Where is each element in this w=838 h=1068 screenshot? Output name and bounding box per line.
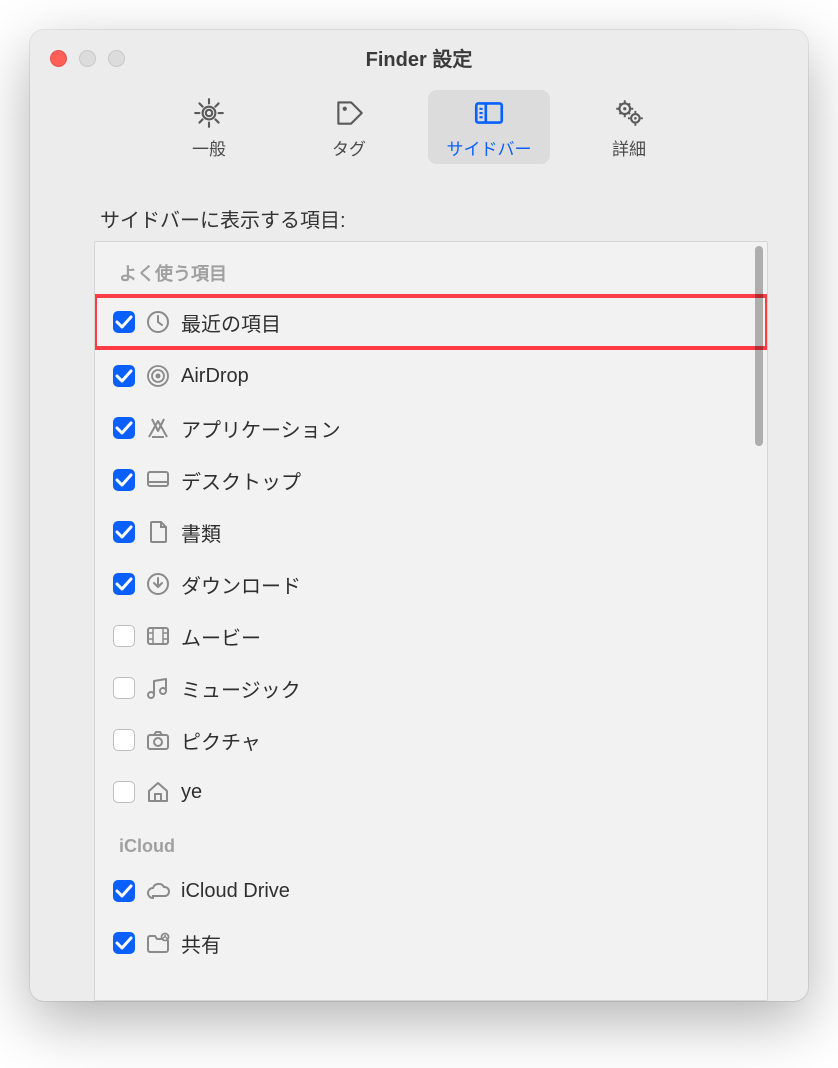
titlebar: Finder 設定 <box>30 30 808 84</box>
sidebar-items-list: よく使う項目最近の項目 AirDrop アプリケーションデスクトップ書類ダウンロード… <box>94 241 768 1001</box>
gears-icon <box>612 95 646 131</box>
list-item[interactable]: デスクトップ <box>95 454 767 506</box>
list-item[interactable]: iCloud Drive <box>95 865 767 917</box>
tab-tags[interactable]: タグ <box>288 90 410 164</box>
movie-icon <box>145 623 171 649</box>
tab-label: 一般 <box>192 135 226 160</box>
tab-general[interactable]: 一般 <box>148 90 270 164</box>
section-label: サイドバーに表示する項目: <box>100 204 808 233</box>
checkbox[interactable] <box>113 573 135 595</box>
list-item-label: AirDrop <box>181 365 249 388</box>
list-item[interactable]: アプリケーション <box>95 402 767 454</box>
minimize-window-button[interactable] <box>79 50 96 67</box>
list-item[interactable]: 共有 <box>95 917 767 969</box>
group-header: よく使う項目 <box>95 242 767 294</box>
list-item[interactable]: 書類 <box>95 506 767 558</box>
tab-label: 詳細 <box>612 135 646 160</box>
desktop-icon <box>145 467 171 493</box>
list-item[interactable]: ye <box>95 766 767 818</box>
checkbox[interactable] <box>113 311 135 333</box>
list-item[interactable]: ダウンロード <box>95 558 767 610</box>
list-item-label: ダウンロード <box>181 570 301 599</box>
list-item-label: iCloud Drive <box>181 880 290 903</box>
list-item-label: ミュージック <box>181 674 301 703</box>
list-item-label: ムービー <box>181 622 261 651</box>
checkbox[interactable] <box>113 880 135 902</box>
toolbar: 一般 タグ サイドバー 詳細 <box>30 84 808 178</box>
tab-sidebar[interactable]: サイドバー <box>428 90 550 164</box>
list-item[interactable]: ピクチャ <box>95 714 767 766</box>
applications-icon <box>145 415 171 441</box>
list-item-label: 最近の項目 <box>181 308 281 337</box>
tab-label: タグ <box>332 135 366 160</box>
list-item-label: アプリケーション <box>181 414 341 443</box>
scrollbar[interactable] <box>755 246 763 446</box>
list-item[interactable]: AirDrop <box>95 350 767 402</box>
list-item[interactable]: ムービー <box>95 610 767 662</box>
cloud-icon <box>145 878 171 904</box>
clock-icon <box>145 309 171 335</box>
list-item-label: デスクトップ <box>181 466 301 495</box>
tab-advanced[interactable]: 詳細 <box>568 90 690 164</box>
checkbox[interactable] <box>113 417 135 439</box>
airdrop-icon <box>145 363 171 389</box>
music-icon <box>145 675 171 701</box>
document-icon <box>145 519 171 545</box>
checkbox[interactable] <box>113 729 135 751</box>
gear-icon <box>192 95 226 131</box>
window-title: Finder 設定 <box>30 43 808 72</box>
checkbox[interactable] <box>113 781 135 803</box>
home-icon <box>145 779 171 805</box>
list-item-label: ye <box>181 781 202 804</box>
camera-icon <box>145 727 171 753</box>
checkbox[interactable] <box>113 469 135 491</box>
list-item-label: 書類 <box>181 518 221 547</box>
list-item-label: ピクチャ <box>181 726 261 755</box>
tag-icon <box>332 95 366 131</box>
group-header: iCloud <box>95 818 767 865</box>
list-item[interactable]: ミュージック <box>95 662 767 714</box>
settings-window: Finder 設定 一般 タグ サイドバー 詳細 サイドバーに表示する項目: よく使う… <box>30 30 808 1001</box>
list-item-label: 共有 <box>181 929 221 958</box>
shared-folder-icon <box>145 930 171 956</box>
checkbox[interactable] <box>113 677 135 699</box>
checkbox[interactable] <box>113 365 135 387</box>
sidebar-icon <box>472 95 506 131</box>
close-window-button[interactable] <box>50 50 67 67</box>
checkbox[interactable] <box>113 625 135 647</box>
zoom-window-button[interactable] <box>108 50 125 67</box>
checkbox[interactable] <box>113 932 135 954</box>
download-icon <box>145 571 171 597</box>
traffic-lights <box>50 50 125 67</box>
list-item[interactable]: 最近の項目 <box>95 296 767 348</box>
tab-label: サイドバー <box>447 135 532 160</box>
checkbox[interactable] <box>113 521 135 543</box>
